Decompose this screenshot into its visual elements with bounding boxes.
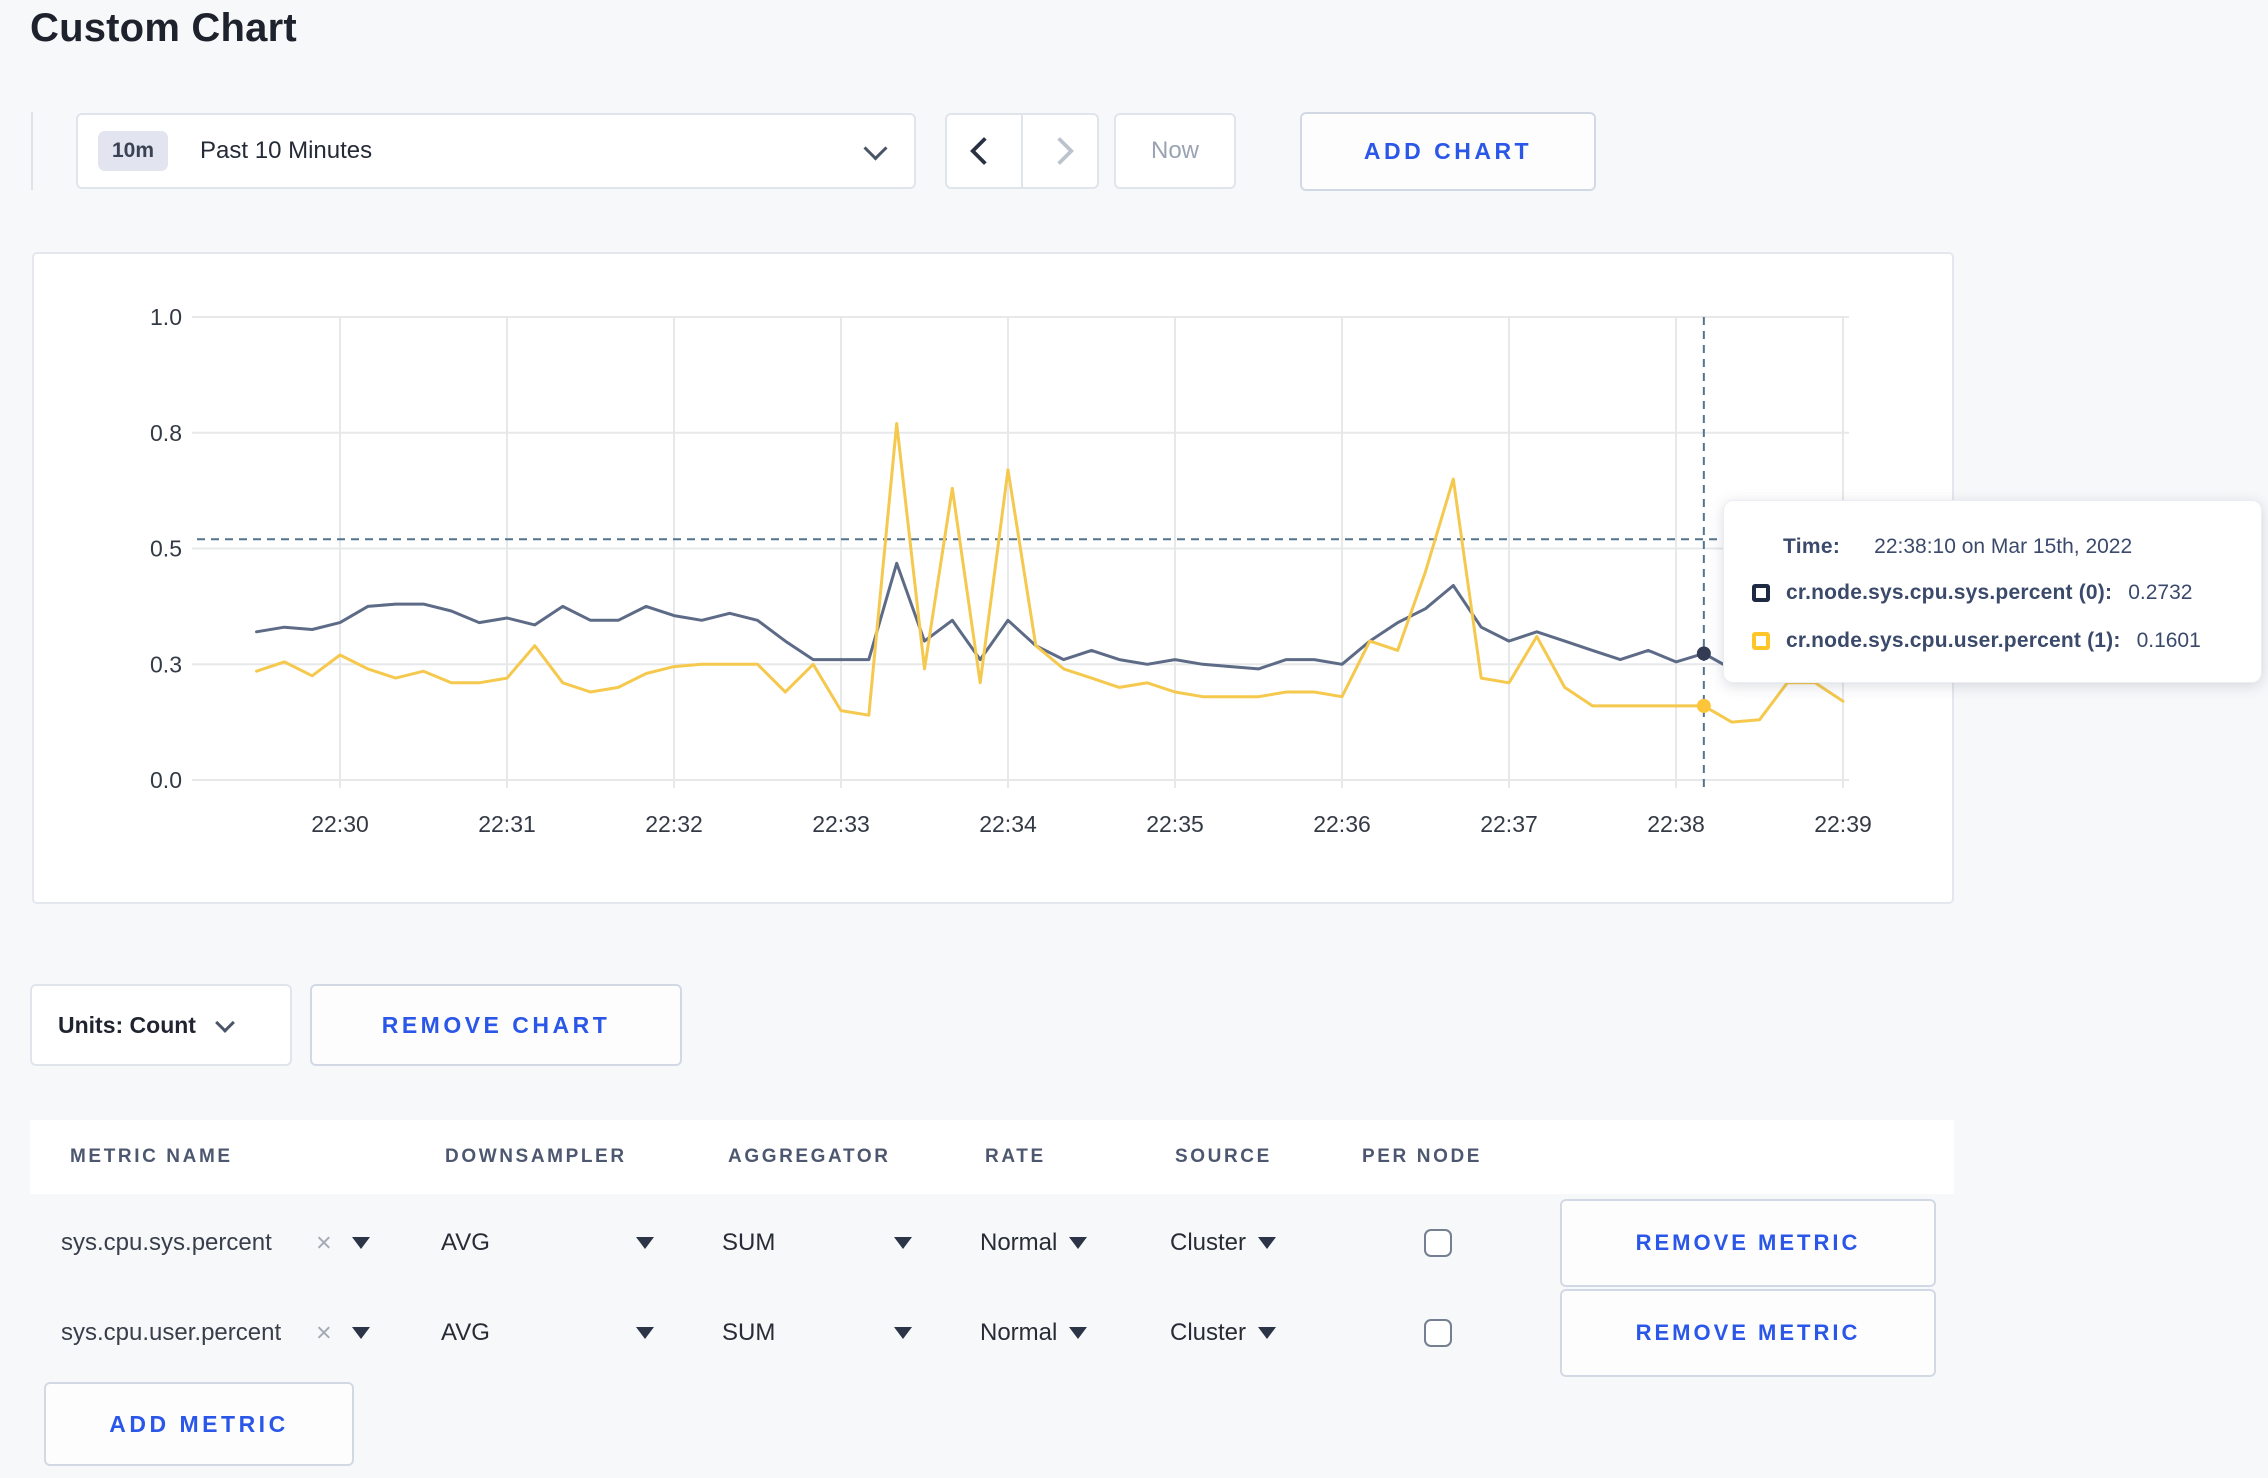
caret-down-icon xyxy=(636,1327,654,1339)
rate-value: Normal xyxy=(980,1229,1058,1256)
svg-text:22:35: 22:35 xyxy=(1146,811,1204,837)
tooltip-series-name: cr.node.sys.cpu.user.percent (1): xyxy=(1786,629,2121,652)
tooltip-time-value: 22:38:10 on Mar 15th, 2022 xyxy=(1874,535,2133,558)
prev-time-button[interactable] xyxy=(947,115,1023,187)
svg-text:22:39: 22:39 xyxy=(1814,811,1872,837)
tooltip-time-label: Time: xyxy=(1783,535,1841,558)
metric-name-value: sys.cpu.sys.percent xyxy=(61,1229,272,1256)
toolbar-divider xyxy=(31,112,33,190)
per-node-checkbox[interactable] xyxy=(1424,1319,1452,1347)
caret-down-icon xyxy=(352,1327,370,1339)
tooltip-series-row: cr.node.sys.cpu.user.percent (1): 0.1601 xyxy=(1752,617,2261,665)
svg-text:0.8: 0.8 xyxy=(150,420,182,446)
svg-text:22:37: 22:37 xyxy=(1480,811,1538,837)
downsampler-select[interactable]: AVG xyxy=(441,1319,490,1347)
remove-chart-button[interactable]: REMOVE CHART xyxy=(310,984,682,1066)
svg-text:22:34: 22:34 xyxy=(979,811,1037,837)
caret-down-icon xyxy=(894,1327,912,1339)
units-label: Units: Count xyxy=(58,1011,196,1038)
svg-text:0.3: 0.3 xyxy=(150,651,182,677)
chart-plot[interactable]: 0.0 0.3 0.5 0.8 1.0 22:30 22:31 22:32 22:33 22:34… xyxy=(34,254,1956,906)
metric-name-select[interactable]: sys.cpu.sys.percent xyxy=(61,1229,272,1257)
source-select[interactable]: Cluster xyxy=(1170,1319,1277,1347)
time-window-badge: 10m xyxy=(98,131,169,171)
close-icon[interactable]: × xyxy=(316,1318,332,1349)
header-per-node: PER NODE xyxy=(1362,1146,1483,1167)
header-source: SOURCE xyxy=(1175,1146,1272,1167)
caret-down-icon xyxy=(894,1237,912,1249)
source-select[interactable]: Cluster xyxy=(1170,1229,1277,1257)
aggregator-select[interactable]: SUM xyxy=(722,1229,775,1257)
metric-name-select[interactable]: sys.cpu.user.percent xyxy=(61,1319,281,1347)
rate-select[interactable]: Normal xyxy=(980,1229,1088,1257)
series-sys-swatch-icon xyxy=(1752,584,1770,602)
svg-text:22:38: 22:38 xyxy=(1647,811,1705,837)
header-downsampler: DOWNSAMPLER xyxy=(445,1146,627,1167)
caret-down-icon xyxy=(1258,1327,1277,1339)
caret-down-icon xyxy=(1069,1237,1088,1249)
caret-down-icon xyxy=(1258,1237,1277,1249)
chevron-right-icon xyxy=(1045,136,1075,166)
source-value: Cluster xyxy=(1170,1319,1247,1346)
tooltip-series-value: 0.2732 xyxy=(2128,581,2193,604)
svg-text:0.5: 0.5 xyxy=(150,536,182,562)
chart-tooltip: Time: 22:38:10 on Mar 15th, 2022 cr.node… xyxy=(1723,500,2262,683)
source-value: Cluster xyxy=(1170,1229,1247,1256)
svg-text:22:33: 22:33 xyxy=(812,811,870,837)
tooltip-time-row: Time: 22:38:10 on Mar 15th, 2022 xyxy=(1783,525,2261,569)
next-time-button[interactable] xyxy=(1023,115,1097,187)
table-row: sys.cpu.user.percent × AVG SUM Normal Cl… xyxy=(30,1288,1954,1378)
add-metric-button[interactable]: ADD METRIC xyxy=(44,1382,354,1466)
svg-text:22:36: 22:36 xyxy=(1313,811,1371,837)
time-pager xyxy=(945,113,1099,189)
header-metric-name: METRIC NAME xyxy=(70,1146,233,1167)
header-rate: RATE xyxy=(985,1146,1046,1167)
chevron-down-icon xyxy=(215,1013,235,1033)
rate-select[interactable]: Normal xyxy=(980,1319,1088,1347)
time-window-select[interactable]: 10m Past 10 Minutes xyxy=(76,113,916,189)
svg-text:22:30: 22:30 xyxy=(311,811,369,837)
tooltip-series-value: 0.1601 xyxy=(2136,629,2201,652)
tooltip-series-row: cr.node.sys.cpu.sys.percent (0): 0.2732 xyxy=(1752,569,2261,617)
header-aggregator: AGGREGATOR xyxy=(728,1146,891,1167)
chart-card: 0.0 0.3 0.5 0.8 1.0 22:30 22:31 22:32 22:33 22:34… xyxy=(32,252,1954,904)
per-node-checkbox[interactable] xyxy=(1424,1229,1452,1257)
caret-down-icon xyxy=(636,1237,654,1249)
series-user-swatch-icon xyxy=(1752,632,1770,650)
metric-name-value: sys.cpu.user.percent xyxy=(61,1319,282,1346)
remove-metric-button[interactable]: REMOVE METRIC xyxy=(1560,1199,1936,1287)
page-title: Custom Chart xyxy=(30,6,297,50)
caret-down-icon xyxy=(1069,1327,1088,1339)
units-select[interactable]: Units: Count xyxy=(30,984,292,1066)
rate-value: Normal xyxy=(980,1319,1058,1346)
time-window-label: Past 10 Minutes xyxy=(200,137,373,164)
close-icon[interactable]: × xyxy=(316,1228,332,1259)
downsampler-select[interactable]: AVG xyxy=(441,1229,490,1257)
add-chart-button[interactable]: ADD CHART xyxy=(1300,112,1596,191)
svg-text:0.0: 0.0 xyxy=(150,767,182,793)
chevron-left-icon xyxy=(969,136,999,166)
metrics-table-header: METRIC NAME DOWNSAMPLER AGGREGATOR RATE … xyxy=(30,1120,1954,1194)
chevron-down-icon xyxy=(863,135,888,161)
now-button[interactable]: Now xyxy=(1114,113,1236,189)
tooltip-series-name: cr.node.sys.cpu.sys.percent (0): xyxy=(1786,581,2113,604)
caret-down-icon xyxy=(352,1237,370,1249)
aggregator-select[interactable]: SUM xyxy=(722,1319,775,1347)
svg-text:1.0: 1.0 xyxy=(150,304,182,330)
svg-text:22:32: 22:32 xyxy=(645,811,703,837)
remove-metric-button[interactable]: REMOVE METRIC xyxy=(1560,1289,1936,1377)
svg-text:22:31: 22:31 xyxy=(478,811,536,837)
table-row: sys.cpu.sys.percent × AVG SUM Normal Clu… xyxy=(30,1198,1954,1288)
